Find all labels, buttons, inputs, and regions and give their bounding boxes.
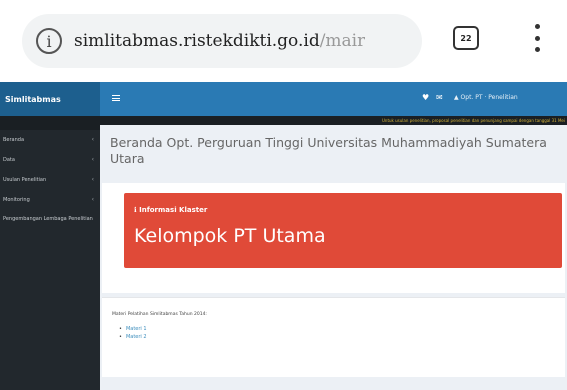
materi-panel: Materi Pelatihan Simlitabmas Tahun 2014:… bbox=[102, 297, 565, 377]
sidebar-item-label: Pengembangan Lembaga Penelitian bbox=[3, 216, 93, 222]
main-content: Beranda Opt. Perguruan Tinggi Universita… bbox=[100, 125, 567, 390]
sidebar-item-monitoring[interactable]: Monitoring ‹ bbox=[0, 196, 100, 203]
sidebar-item-label: Usulan Penelitian bbox=[3, 176, 47, 183]
materi-list: Materi 1 Materi 2 bbox=[126, 325, 147, 341]
chevron-left-icon: ‹ bbox=[91, 196, 94, 203]
top-navbar: ♥ ✉ ▲ Opt. PT · Penelitian bbox=[100, 82, 567, 116]
chevron-left-icon: ‹ bbox=[91, 176, 94, 183]
sidebar-item-usulan[interactable]: Usulan Penelitian ‹ bbox=[0, 176, 100, 183]
info-icon: ℹ bbox=[134, 206, 137, 214]
address-bar[interactable]: i simlitabmas.ristekdikti.go.id/mair bbox=[22, 14, 422, 68]
sidebar-item-data[interactable]: Data ‹ bbox=[0, 156, 100, 163]
notice-marquee: Untuk usulan penelitian, proposal peneli… bbox=[100, 116, 567, 125]
tab-count: 22 bbox=[460, 33, 472, 43]
url-text[interactable]: simlitabmas.ristekdikti.go.id/mair bbox=[74, 31, 365, 51]
page-title: Beranda Opt. Perguruan Tinggi Universita… bbox=[110, 135, 547, 166]
sidebar-item-label: Monitoring bbox=[3, 196, 30, 203]
url-path: /mair bbox=[319, 31, 366, 51]
user-menu[interactable]: ▲ Opt. PT · Penelitian bbox=[454, 94, 518, 101]
sidebar-item-beranda[interactable]: Beranda ‹ bbox=[0, 136, 100, 143]
notification-icon[interactable]: ♥ bbox=[422, 93, 429, 102]
chevron-left-icon: ‹ bbox=[91, 136, 94, 143]
cluster-label-text: Informasi Klaster bbox=[139, 206, 208, 214]
hamburger-icon[interactable] bbox=[112, 95, 120, 101]
materi-link[interactable]: Materi 1 bbox=[126, 325, 147, 333]
sidebar-item-pengembangan[interactable]: Pengembangan Lembaga Penelitian bbox=[0, 216, 100, 222]
sidebar: Simlitabmas Beranda ‹ Data ‹ Usulan Pene… bbox=[0, 82, 100, 390]
tab-switcher-button[interactable]: 22 bbox=[453, 26, 479, 50]
brand-logo[interactable]: Simlitabmas bbox=[0, 82, 100, 116]
cluster-panel: ℹ Informasi Klaster Kelompok PT Utama bbox=[102, 183, 565, 293]
url-host: simlitabmas.ristekdikti.go.id bbox=[74, 31, 320, 51]
user-icon: ▲ bbox=[454, 94, 459, 101]
cluster-info-box: ℹ Informasi Klaster Kelompok PT Utama bbox=[124, 193, 562, 268]
sidebar-header bbox=[0, 116, 100, 130]
cluster-label: ℹ Informasi Klaster bbox=[134, 206, 207, 214]
info-icon[interactable]: i bbox=[36, 28, 62, 54]
sidebar-item-label: Beranda bbox=[3, 136, 25, 143]
message-icon[interactable]: ✉ bbox=[436, 93, 443, 102]
materi-heading: Materi Pelatihan Simlitabmas Tahun 2014: bbox=[112, 312, 207, 317]
browser-toolbar: i simlitabmas.ristekdikti.go.id/mair 22 bbox=[0, 0, 567, 82]
cluster-value: Kelompok PT Utama bbox=[134, 225, 326, 247]
materi-link[interactable]: Materi 2 bbox=[126, 333, 147, 341]
sidebar-item-label: Data bbox=[3, 156, 15, 163]
browser-menu-icon[interactable] bbox=[528, 20, 546, 56]
chevron-left-icon: ‹ bbox=[91, 156, 94, 163]
user-label: Opt. PT · Penelitian bbox=[460, 94, 518, 101]
